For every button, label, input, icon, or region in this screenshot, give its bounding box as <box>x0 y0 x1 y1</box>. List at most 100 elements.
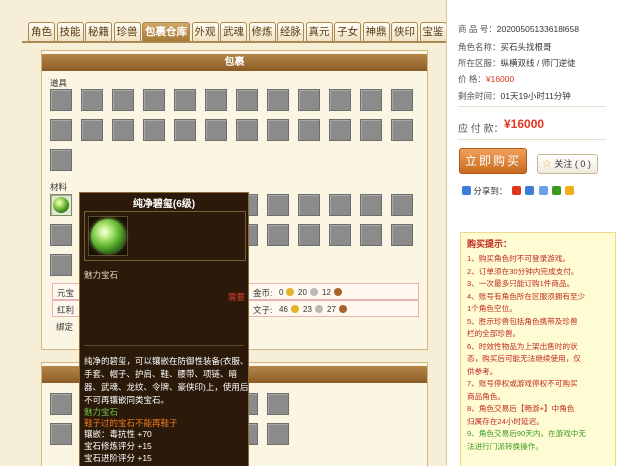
inventory-slot[interactable] <box>50 254 72 276</box>
inventory-slot[interactable] <box>360 119 382 141</box>
share-label: 分享到： <box>473 186 508 196</box>
inventory-slot[interactable] <box>143 119 165 141</box>
qzone-icon[interactable] <box>525 186 535 195</box>
inventory-slot[interactable] <box>267 423 289 445</box>
gem-item-slot[interactable] <box>50 194 72 216</box>
inventory-slot[interactable] <box>391 89 413 111</box>
inventory-slot[interactable] <box>50 393 72 415</box>
inventory-slot[interactable] <box>267 119 289 141</box>
notice-rule: 栏的全部珍兽。 <box>467 329 521 338</box>
tab-role[interactable]: 角色 <box>28 22 55 41</box>
jinbi-copper-value: 12 <box>322 288 331 297</box>
silver-coin-icon <box>310 288 318 296</box>
inventory-slot[interactable] <box>143 89 165 111</box>
inventory-slot[interactable] <box>329 89 351 111</box>
item-tooltip: 纯净碧玺(6级) 魅力宝石 需要 纯净的碧玺，可以镶嵌在防御性装备(衣服、 手套… <box>79 192 249 466</box>
role-row: 角色名称：买石头找根哥 <box>458 41 552 53</box>
renren-icon[interactable] <box>565 186 575 195</box>
items-section-label: 道具 <box>50 78 68 88</box>
douban-icon[interactable] <box>551 186 561 195</box>
server-row: 所在区服：纵横双线 / 师门逆徒 <box>458 57 576 69</box>
notice-rule: 商品角色。 <box>467 391 505 401</box>
tab-appearance[interactable]: 外观 <box>191 22 219 41</box>
tab-wuhun[interactable]: 武魂 <box>220 22 247 41</box>
inventory-slot[interactable] <box>329 224 351 246</box>
inventory-slot[interactable] <box>236 89 258 111</box>
inventory-slot[interactable] <box>267 194 289 216</box>
inventory-slot[interactable] <box>50 423 72 445</box>
inventory-slot[interactable] <box>360 224 382 246</box>
jinbi-silver-value: 20 <box>298 288 307 297</box>
tab-shending[interactable]: 神鼎 <box>362 22 390 41</box>
follow-count: ( 0 ) <box>574 159 591 169</box>
inventory-slot[interactable] <box>298 119 320 141</box>
inventory-slot[interactable] <box>298 89 320 111</box>
tooltip-stat-2: 宝石修炼评分 +15 <box>84 441 152 451</box>
materials-section-label: 材料 <box>50 182 68 192</box>
star-icon: ☆ <box>542 158 552 170</box>
inventory-slot[interactable] <box>267 224 289 246</box>
notice-rule: 1个角色空位。 <box>467 304 517 313</box>
inventory-slot[interactable] <box>174 119 196 141</box>
inventory-slot[interactable] <box>50 89 72 111</box>
inventory-slot[interactable] <box>50 224 72 246</box>
notice-rule: 归属存在24小时延迟。 <box>467 416 544 426</box>
inventory-slot[interactable] <box>329 194 351 216</box>
pay-amount: ¥16000 <box>504 117 545 131</box>
inventory-slot[interactable] <box>391 224 413 246</box>
tooltip-gem-frame <box>88 216 128 256</box>
inventory-slot[interactable] <box>360 89 382 111</box>
follow-button[interactable]: ☆ 关注 ( 0 ) <box>537 154 598 174</box>
tab-skills[interactable]: 技能 <box>56 22 84 41</box>
inventory-slot[interactable] <box>81 89 103 111</box>
buy-now-button[interactable]: 立即购买 <box>459 148 527 174</box>
inventory-slot[interactable] <box>205 89 227 111</box>
price-value: ¥16000 <box>485 74 515 84</box>
inventory-slot[interactable] <box>298 194 320 216</box>
inventory-slot[interactable] <box>329 119 351 141</box>
jinbi-label: 金币: <box>253 288 273 298</box>
product-no-value: 20200505133618l658 <box>496 24 579 34</box>
inventory-slot[interactable] <box>50 149 72 171</box>
inventory-slot[interactable] <box>298 224 320 246</box>
tooltip-desc-line-2: 手套、帽子、护肩、鞋、腰带、项链、暗 <box>84 369 238 379</box>
inventory-slot[interactable] <box>112 89 134 111</box>
notice-rule: 态，购买后可能无法继续使用，仅 <box>467 354 581 363</box>
weibo-icon[interactable] <box>511 186 521 195</box>
tooltip-divider <box>84 345 244 346</box>
green-gem-icon <box>91 219 125 253</box>
jinbi-row: 金币: 0 20 12 <box>248 283 419 300</box>
tab-meridians[interactable]: 经脉 <box>277 22 304 41</box>
inventory-slot[interactable] <box>205 119 227 141</box>
tab-xiayin[interactable]: 侠印 <box>391 22 418 41</box>
tab-zhenyuan[interactable]: 真元 <box>305 22 333 41</box>
price-label: 价 格： <box>458 74 486 84</box>
inventory-slot[interactable] <box>50 119 72 141</box>
tooltip-icon-box <box>84 211 246 261</box>
tab-underline <box>22 41 446 43</box>
inventory-slot[interactable] <box>267 393 289 415</box>
tab-children[interactable]: 子女 <box>334 22 361 41</box>
inventory-slot[interactable] <box>360 194 382 216</box>
inventory-slot[interactable] <box>391 119 413 141</box>
tooltip-desc-line-3: 器、武魂、龙纹、令牌、豪侠印)上，使用后 <box>84 382 249 392</box>
tab-manuals[interactable]: 秘籍 <box>85 22 112 41</box>
tab-inventory-warehouse[interactable]: 包裹仓库 <box>142 22 190 41</box>
notice-rule: 供参考。 <box>467 366 498 376</box>
tab-cultivation[interactable]: 修炼 <box>248 22 276 41</box>
tencent-weibo-icon[interactable] <box>538 186 548 195</box>
inventory-slot[interactable] <box>112 119 134 141</box>
copper-coin-icon <box>339 305 347 313</box>
bangding-label: 绑定 <box>56 322 74 332</box>
inventory-slot[interactable] <box>174 89 196 111</box>
follow-label: 关注 <box>554 159 573 169</box>
inventory-slot[interactable] <box>267 89 289 111</box>
inventory-slot[interactable] <box>391 194 413 216</box>
role-label: 角色名称： <box>458 42 501 52</box>
jinbi-gold-value: 0 <box>279 288 284 297</box>
tab-baojian[interactable]: 宝鉴 <box>419 22 446 41</box>
inventory-slot[interactable] <box>81 119 103 141</box>
inventory-slot[interactable] <box>236 119 258 141</box>
tab-pets[interactable]: 珍兽 <box>113 22 141 41</box>
notice-rule: 6、时效性物品为上架出售时的状 <box>467 341 578 351</box>
